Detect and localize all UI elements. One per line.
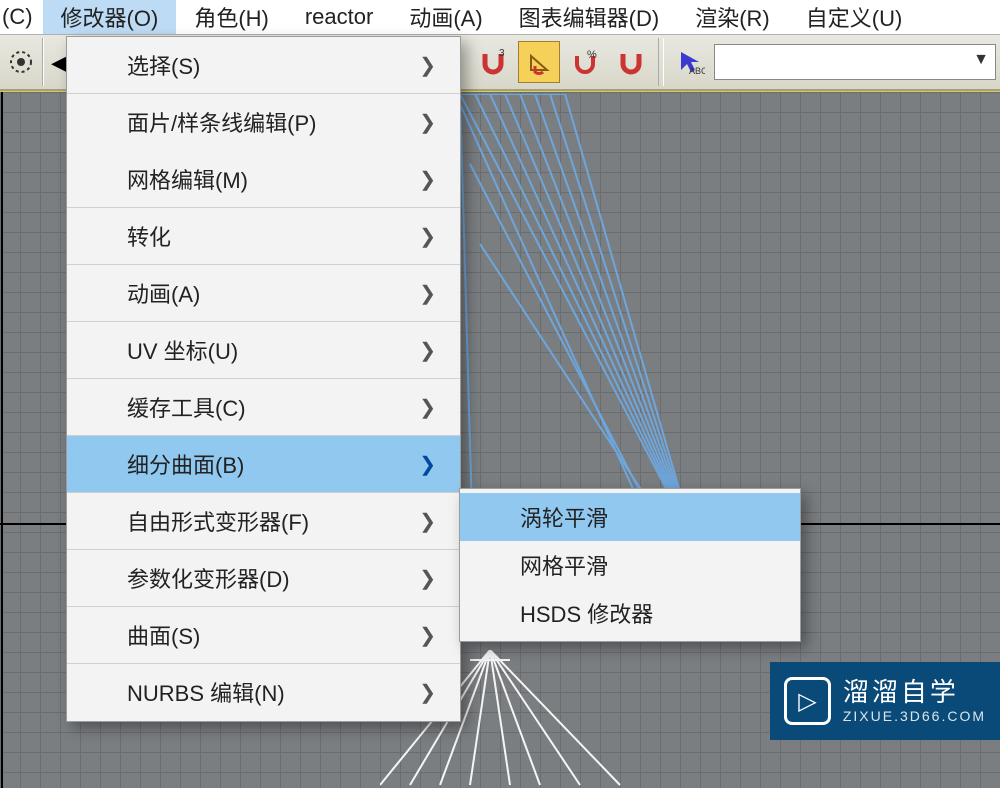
menu-item-label: 参数化变形器(D)	[127, 562, 290, 594]
menubar-item-customize[interactable]: 自定义(U)	[788, 0, 921, 34]
menubar: (C) 修改器(O) 角色(H) reactor 动画(A) 图表编辑器(D) …	[0, 0, 1000, 35]
chevron-right-icon: ❯	[419, 395, 436, 420]
axis-vertical	[1, 92, 3, 788]
chevron-right-icon: ❯	[419, 452, 436, 477]
submenu-item-label: 涡轮平滑	[520, 506, 608, 531]
menubar-item-graph-editors[interactable]: 图表编辑器(D)	[501, 0, 678, 34]
menu-item-cache-tools[interactable]: 缓存工具(C) ❯	[67, 379, 460, 436]
menu-item-animation[interactable]: 动画(A) ❯	[67, 265, 460, 322]
menu-item-subdivision-surfaces[interactable]: 细分曲面(B) ❯	[67, 436, 460, 493]
snap-spinner-icon[interactable]	[610, 41, 652, 83]
svg-text:%: %	[587, 49, 597, 61]
chevron-right-icon: ❯	[419, 509, 436, 534]
submenu-item-hsds[interactable]: HSDS 修改器	[460, 589, 800, 637]
menubar-item-rendering[interactable]: 渲染(R)	[677, 0, 788, 34]
chevron-right-icon: ❯	[419, 167, 436, 192]
chevron-right-icon: ❯	[419, 566, 436, 591]
submenu-item-meshsmooth[interactable]: 网格平滑	[460, 541, 800, 589]
chevron-right-icon: ❯	[419, 110, 436, 135]
chevron-right-icon: ❯	[419, 680, 436, 705]
menu-item-label: NURBS 编辑(N)	[127, 676, 285, 708]
watermark-url: ZIXUE.3D66.COM	[843, 708, 986, 725]
chevron-right-icon: ❯	[419, 281, 436, 306]
menu-item-label: 细分曲面(B)	[127, 448, 244, 480]
menubar-item-animation[interactable]: 动画(A)	[391, 0, 500, 34]
subdivision-submenu: 涡轮平滑 网格平滑 HSDS 修改器	[459, 488, 801, 642]
menu-item-label: 面片/样条线编辑(P)	[127, 106, 316, 138]
filter-dropdown[interactable]	[714, 44, 996, 80]
submenu-item-label: HSDS 修改器	[520, 602, 653, 627]
menu-item-label: 动画(A)	[127, 277, 200, 309]
toolbar-separator	[42, 38, 44, 86]
menu-item-free-form-deformers[interactable]: 自由形式变形器(F) ❯	[67, 493, 460, 550]
submenu-item-label: 网格平滑	[520, 554, 608, 579]
menubar-item-partial[interactable]: (C)	[0, 0, 43, 34]
watermark: ▷ 溜溜自学 ZIXUE.3D66.COM	[770, 662, 1000, 740]
menu-item-surface[interactable]: 曲面(S) ❯	[67, 607, 460, 664]
snap-toggle-icon[interactable]	[6, 41, 36, 83]
submenu-item-turbosmooth[interactable]: 涡轮平滑	[460, 493, 800, 541]
menu-item-label: 网格编辑(M)	[127, 163, 248, 195]
menu-item-conversion[interactable]: 转化 ❯	[67, 208, 460, 265]
menu-item-label: 转化	[127, 220, 171, 252]
menu-item-nurbs-editing[interactable]: NURBS 编辑(N) ❯	[67, 664, 460, 721]
snap-angle-icon[interactable]	[518, 41, 560, 83]
select-by-name-icon[interactable]: ABC	[670, 41, 712, 83]
menu-item-label: 缓存工具(C)	[127, 391, 246, 423]
menu-item-label: UV 坐标(U)	[127, 334, 238, 366]
toolbar-separator	[658, 38, 664, 86]
chevron-right-icon: ❯	[419, 338, 436, 363]
menubar-item-modifiers[interactable]: 修改器(O)	[43, 0, 177, 34]
snap-percent-icon[interactable]: %	[564, 41, 606, 83]
menu-item-label: 选择(S)	[127, 49, 200, 81]
play-icon: ▷	[784, 677, 831, 725]
chevron-right-icon: ❯	[419, 623, 436, 648]
watermark-title: 溜溜自学	[843, 677, 986, 708]
svg-text:ABC: ABC	[689, 66, 705, 76]
menu-item-uv-coords[interactable]: UV 坐标(U) ❯	[67, 322, 460, 379]
menubar-item-reactor[interactable]: reactor	[287, 0, 391, 34]
menu-item-label: 自由形式变形器(F)	[127, 505, 309, 537]
menu-item-patch-spline[interactable]: 面片/样条线编辑(P) ❯	[67, 94, 460, 151]
menubar-item-character[interactable]: 角色(H)	[176, 0, 287, 34]
menu-item-label: 曲面(S)	[127, 619, 200, 651]
chevron-right-icon: ❯	[419, 53, 436, 78]
modifiers-dropdown: 选择(S) ❯ 面片/样条线编辑(P) ❯ 网格编辑(M) ❯ 转化 ❯ 动画(…	[66, 36, 461, 722]
snap-magnet-icon[interactable]: 3	[472, 41, 514, 83]
menu-item-selection[interactable]: 选择(S) ❯	[67, 37, 460, 94]
chevron-right-icon: ❯	[419, 224, 436, 249]
svg-text:3: 3	[499, 48, 505, 59]
menu-item-parametric-deformers[interactable]: 参数化变形器(D) ❯	[67, 550, 460, 607]
menu-item-mesh-editing[interactable]: 网格编辑(M) ❯	[67, 151, 460, 208]
